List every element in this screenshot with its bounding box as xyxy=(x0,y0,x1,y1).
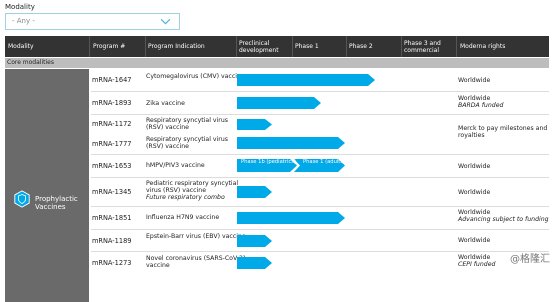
program-id: mRNA-1777 xyxy=(92,140,132,148)
moderna-rights: Worldwide BARDA funded xyxy=(458,95,504,109)
header-program: Program # xyxy=(93,43,126,50)
stage-bar xyxy=(237,97,321,109)
header-phase2: Phase 2 xyxy=(349,43,373,50)
table-header: Modality Program # Program Indication Pr… xyxy=(5,36,549,57)
table-row[interactable]: mRNA-1189 Epstein-Barr virus (EBV) vacci… xyxy=(91,230,549,252)
header-indication: Program Indication xyxy=(148,43,205,50)
modality-select[interactable]: - Any - xyxy=(5,13,180,30)
moderna-rights: Worldwide xyxy=(458,77,491,84)
chevron-down-icon xyxy=(160,18,171,25)
table-row[interactable]: mRNA-1893 Zika vaccine Worldwide BARDA fu… xyxy=(91,92,549,115)
group-label: Prophylactic Vaccines xyxy=(35,195,78,211)
stage-bar xyxy=(237,137,345,149)
program-id: mRNA-1172 xyxy=(92,120,132,128)
table-row[interactable]: mRNA-1647 Cytomegalovirus (CMV) vaccine … xyxy=(91,69,549,92)
header-phase1: Phase 1 xyxy=(295,43,319,50)
header-phase3: Phase 3 and commercial xyxy=(404,39,441,54)
program-indication: Novel coronavirus (SARS-CoV-2) vaccine xyxy=(146,255,246,269)
program-indication: Zika vaccine xyxy=(146,100,185,107)
program-id: mRNA-1647 xyxy=(92,76,132,84)
phase-label-pediatrics: Phase 1b (pediatrics) xyxy=(241,159,296,165)
program-indication: Respiratory syncytial virus (RSV) vaccin… xyxy=(146,136,228,150)
table-row[interactable]: mRNA-1273 Novel coronavirus (SARS-CoV-2)… xyxy=(91,252,549,273)
section-title: Core modalities xyxy=(7,59,54,66)
program-id: mRNA-1653 xyxy=(92,162,132,170)
shield-vaccine-icon xyxy=(14,190,30,208)
moderna-rights: Worldwide xyxy=(458,189,491,196)
program-indication: Cytomegalovirus (CMV) vaccine xyxy=(146,73,245,80)
modality-filter-label: Modality xyxy=(5,3,35,11)
header-preclinical: Preclinical development xyxy=(239,39,279,54)
moderna-rights: Worldwide xyxy=(458,163,491,170)
header-modality: Modality xyxy=(8,43,34,50)
modality-select-value: - Any - xyxy=(12,17,35,25)
program-indication: Pediatric respiratory syncytial virus (R… xyxy=(146,180,239,201)
stage-bar xyxy=(237,186,272,198)
table-row[interactable]: mRNA-1653 hMPV/PIV3 vaccine Phase 1b (pe… xyxy=(91,155,549,178)
group-prophylactic-vaccines: Prophylactic Vaccines xyxy=(5,69,89,302)
table-row[interactable]: mRNA-1851 Influenza H7N9 vaccine Worldwi… xyxy=(91,207,549,230)
phase-label-adults: Phase 1 (adults) xyxy=(303,159,346,165)
stage-bar xyxy=(237,74,375,86)
program-indication: Respiratory syncytial virus (RSV) vaccin… xyxy=(146,117,228,131)
program-id: mRNA-1893 xyxy=(92,99,132,107)
header-rights: Moderna rights xyxy=(460,43,506,50)
program-indication: Influenza H7N9 vaccine xyxy=(146,214,220,221)
table-row[interactable]: mRNA-1172 Respiratory syncytial virus (R… xyxy=(91,115,549,139)
stage-bar xyxy=(237,235,272,247)
program-id: mRNA-1851 xyxy=(92,214,132,222)
stage-bar xyxy=(237,257,272,269)
watermark: @格隆汇 xyxy=(510,254,550,265)
moderna-rights: Worldwide Advancing subject to funding xyxy=(458,209,549,223)
table-row[interactable]: mRNA-1777 Respiratory syncytial virus (R… xyxy=(91,134,549,155)
section-core-modalities: Core modalities xyxy=(5,58,549,68)
program-id: mRNA-1189 xyxy=(92,237,132,245)
stage-bar xyxy=(237,119,272,130)
program-indication: hMPV/PIV3 vaccine xyxy=(146,162,205,169)
table-row[interactable]: mRNA-1345 Pediatric respiratory syncytia… xyxy=(91,178,549,207)
moderna-rights: Worldwide xyxy=(458,237,491,244)
program-id: mRNA-1345 xyxy=(92,188,132,196)
program-indication: Epstein-Barr virus (EBV) vaccine xyxy=(146,233,246,240)
stage-bar xyxy=(237,212,345,224)
program-id: mRNA-1273 xyxy=(92,259,132,267)
